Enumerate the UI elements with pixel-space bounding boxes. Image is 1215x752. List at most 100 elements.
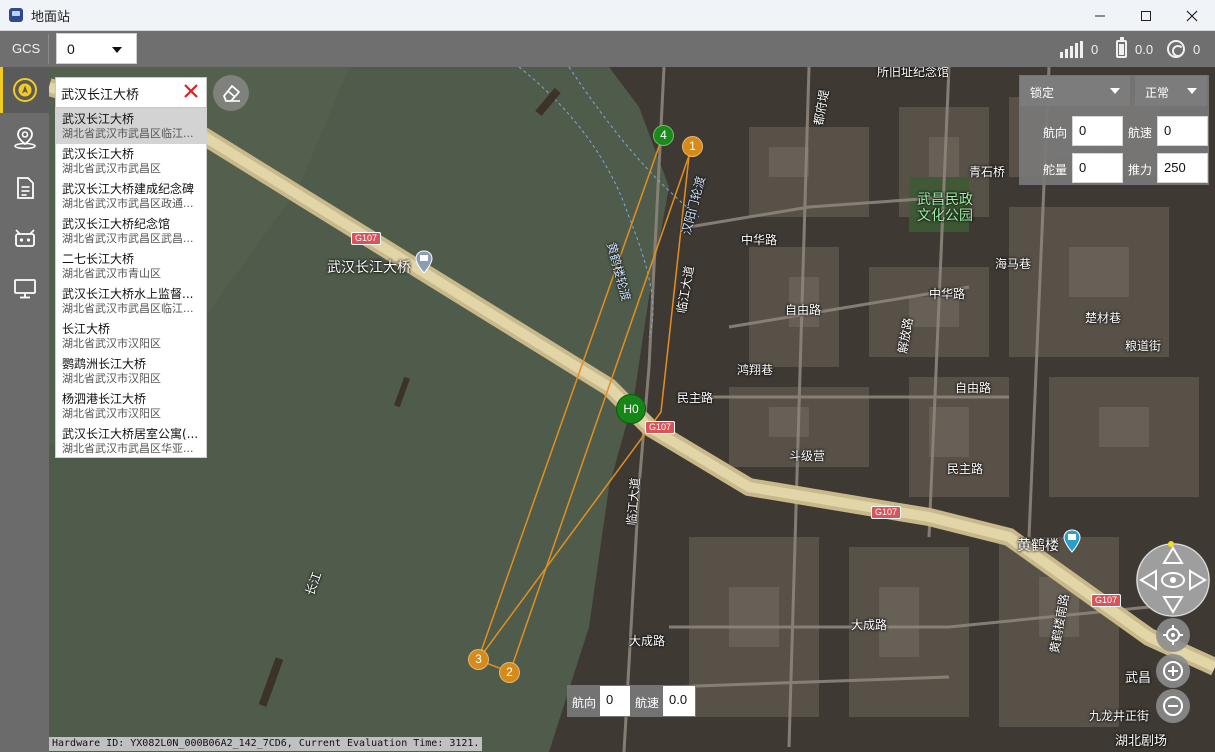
dacheng-road-label-2: 大成路 bbox=[851, 618, 888, 632]
result-address: 湖北省武汉市青山区 bbox=[62, 267, 161, 280]
poi-marker-icon[interactable] bbox=[415, 250, 433, 274]
poi-marker-icon[interactable] bbox=[1063, 529, 1081, 553]
location-pin-icon bbox=[13, 127, 36, 150]
lock-mode-select[interactable]: 锁定 bbox=[1020, 76, 1130, 106]
home-marker[interactable]: H0 bbox=[616, 394, 646, 424]
zoom-in-button[interactable] bbox=[1156, 654, 1190, 688]
monitor-icon bbox=[13, 279, 36, 299]
result-address: 湖北省武汉市武昌区临江... bbox=[62, 127, 194, 140]
search-result-item[interactable]: 武汉长江大桥 湖北省武汉市武昌区临江... bbox=[56, 109, 206, 144]
battery-icon bbox=[1116, 37, 1127, 58]
close-icon bbox=[184, 84, 198, 98]
search-result-item[interactable]: 武汉长江大桥建成纪念碑 湖北省武汉市武昌区政通... bbox=[56, 179, 206, 214]
sidebar-item-vehicle[interactable] bbox=[0, 215, 49, 261]
park-label: 武昌民政 文化公园 bbox=[917, 191, 973, 223]
result-address: 湖北省武汉市武昌区武昌... bbox=[62, 232, 194, 245]
zoom-out-button[interactable] bbox=[1156, 689, 1190, 723]
sidebar-item-monitor[interactable] bbox=[0, 265, 49, 311]
search-result-item[interactable]: 杨泗港长江大桥 湖北省武汉市汉阳区 bbox=[56, 389, 206, 424]
thrust-input[interactable]: 250 bbox=[1157, 153, 1208, 183]
window-controls bbox=[1077, 0, 1215, 31]
minzhu-street-label: 民主路 bbox=[947, 462, 984, 476]
search-result-item[interactable]: 长江大桥 湖北省武汉市汉阳区 bbox=[56, 319, 206, 354]
close-icon bbox=[1186, 10, 1198, 21]
search-input[interactable] bbox=[61, 84, 179, 102]
waypoint-marker[interactable]: 2 bbox=[499, 662, 520, 683]
search-result-item[interactable]: 二七长江大桥 湖北省武汉市青山区 bbox=[56, 249, 206, 284]
maximize-button[interactable] bbox=[1123, 0, 1169, 31]
minimize-icon bbox=[1095, 15, 1105, 16]
heading-input[interactable]: 0 bbox=[1072, 116, 1123, 146]
search-result-item[interactable]: 武汉长江大桥 湖北省武汉市武昌区 bbox=[56, 144, 206, 179]
ziyou-road-label-2: 自由路 bbox=[955, 381, 992, 395]
result-address: 湖北省武汉市汉阳区 bbox=[62, 372, 161, 385]
evaluation-footer: Hardware ID: YX082L0N_000B06A2_142_7CD6,… bbox=[49, 737, 483, 751]
zoom-in-icon bbox=[1163, 661, 1183, 681]
result-name: 鹦鹉洲长江大桥 bbox=[62, 357, 147, 371]
dacheng-road-label: 大成路 bbox=[629, 634, 666, 648]
waypoint-marker[interactable]: 4 bbox=[653, 125, 674, 146]
hubei-theatre-label: 湖北剧场 bbox=[1115, 733, 1168, 748]
bottom-speed-value: 0.0 bbox=[663, 686, 695, 716]
zhonghua-road-label-2: 中华路 bbox=[929, 287, 966, 301]
minimize-button[interactable] bbox=[1077, 0, 1123, 31]
bottom-heading-value: 0 bbox=[600, 686, 630, 716]
drive-mode-select[interactable]: 正常 bbox=[1135, 76, 1207, 106]
speed-input[interactable]: 0 bbox=[1157, 116, 1208, 146]
memorial-label: 所旧址纪念馆 bbox=[877, 67, 950, 79]
search-result-item[interactable]: 武汉长江大桥纪念馆 湖北省武汉市武昌区武昌... bbox=[56, 214, 206, 249]
gps-icon bbox=[1167, 40, 1185, 58]
bridge-label: 武汉长江大桥 bbox=[327, 259, 411, 275]
jiulongjing-label: 九龙井正街 bbox=[1089, 709, 1150, 723]
sidebar bbox=[0, 67, 49, 752]
eraser-button[interactable] bbox=[213, 75, 249, 111]
search-result-item[interactable]: 武汉长江大桥水上监督... 湖北省武汉市武昌区临江... bbox=[56, 284, 206, 319]
gps-value: 0 bbox=[1193, 41, 1201, 57]
eraser-icon bbox=[223, 85, 240, 102]
gps-status: 0 bbox=[1167, 39, 1200, 59]
window-title: 地面站 bbox=[31, 8, 71, 24]
signal-status: 0 bbox=[1060, 39, 1098, 59]
document-icon bbox=[16, 177, 34, 199]
search-result-item[interactable]: 武汉长江大桥居室公寓(... 湖北省武汉市武昌区华亚... bbox=[56, 424, 206, 459]
mode-select-value: 正常 bbox=[1145, 86, 1170, 100]
waypoint-marker[interactable]: 1 bbox=[682, 136, 703, 157]
battery-status: 0.0 bbox=[1116, 37, 1153, 59]
chevron-down-icon bbox=[1110, 88, 1120, 94]
gcs-select[interactable]: 0 bbox=[56, 33, 137, 64]
crosshair-icon bbox=[1163, 625, 1183, 645]
title-bar: 地面站 bbox=[0, 0, 1215, 31]
result-name: 武汉长江大桥居室公寓(... bbox=[62, 427, 199, 441]
result-address: 湖北省武汉市武昌区 bbox=[62, 162, 161, 175]
waypoint-marker[interactable]: 3 bbox=[468, 649, 489, 670]
maximize-icon bbox=[1141, 10, 1151, 21]
heading-label: 航向 bbox=[1043, 126, 1068, 140]
search-results: 武汉长江大桥 湖北省武汉市武昌区临江... 武汉长江大桥 湖北省武汉市武昌区 武… bbox=[55, 108, 207, 458]
thrust-label: 推力 bbox=[1128, 163, 1153, 177]
hongxiang-lane-label: 鸿翔巷 bbox=[737, 363, 774, 377]
road-badge-g107: G107 bbox=[351, 232, 382, 245]
close-button[interactable] bbox=[1169, 0, 1215, 31]
toolbar-divider bbox=[48, 34, 49, 64]
zoom-out-icon bbox=[1163, 696, 1183, 716]
direction-pad[interactable] bbox=[1136, 543, 1210, 617]
road-badge-g107: G107 bbox=[871, 506, 902, 519]
robot-icon bbox=[14, 229, 35, 247]
rudder-input[interactable]: 0 bbox=[1072, 153, 1123, 183]
qingshi-bridge-label: 青石桥 bbox=[969, 165, 1006, 179]
result-address: 湖北省武汉市汉阳区 bbox=[62, 337, 161, 350]
signal-icon bbox=[1060, 40, 1083, 58]
app-icon bbox=[9, 8, 23, 22]
sidebar-item-compass[interactable] bbox=[0, 67, 49, 113]
locate-button[interactable] bbox=[1156, 618, 1190, 652]
result-name: 长江大桥 bbox=[62, 322, 111, 336]
result-name: 武汉长江大桥纪念馆 bbox=[62, 217, 171, 231]
sidebar-item-waypoint[interactable] bbox=[0, 115, 49, 161]
clear-search-button[interactable] bbox=[182, 84, 200, 102]
wuchang-label: 武昌 bbox=[1125, 670, 1152, 685]
direction-pad-indicator bbox=[1168, 541, 1174, 547]
chevron-down-icon bbox=[1187, 88, 1197, 94]
sidebar-item-document[interactable] bbox=[0, 165, 49, 211]
search-result-item[interactable]: 鹦鹉洲长江大桥 湖北省武汉市汉阳区 bbox=[56, 354, 206, 389]
minzhu-road-label: 民主路 bbox=[677, 391, 714, 405]
